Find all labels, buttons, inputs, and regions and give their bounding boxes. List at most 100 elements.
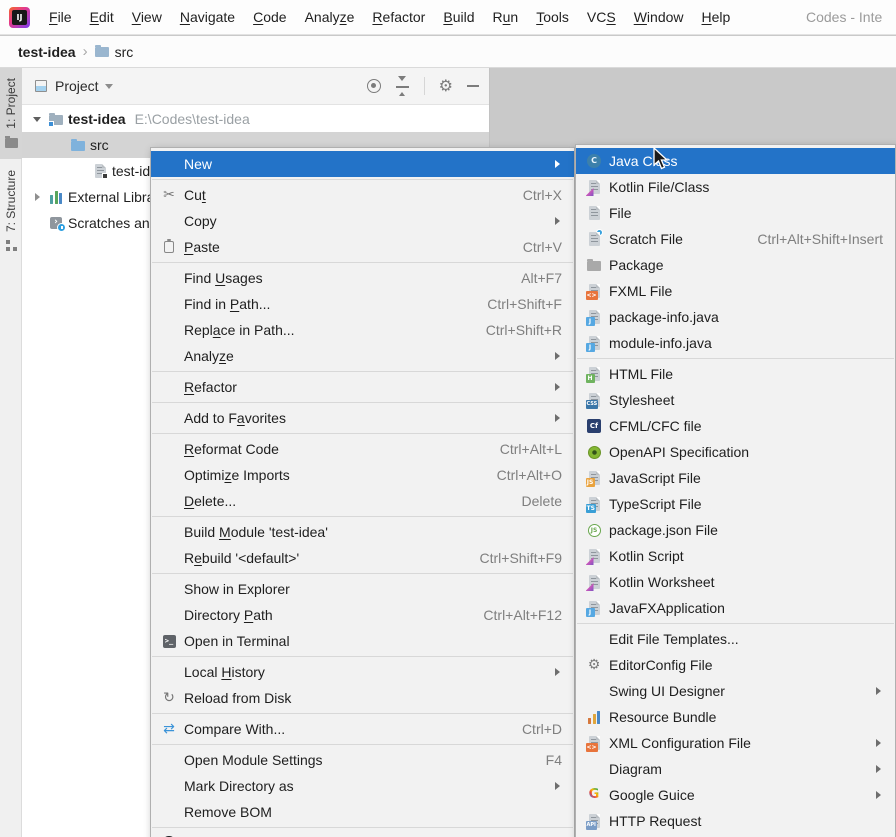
new-submenu-item-fxml-file[interactable]: <>FXML File [576, 278, 895, 304]
menu-separator [152, 827, 573, 828]
new-submenu-item-module-info-java[interactable]: Jmodule-info.java [576, 330, 895, 356]
new-submenu-item-http-request[interactable]: APIHTTP Request [576, 808, 895, 834]
structure-tool-icon [6, 238, 17, 254]
new-submenu-item-package[interactable]: Package [576, 252, 895, 278]
menubar-item-window[interactable]: Window [625, 0, 693, 34]
collapse-all-icon[interactable] [395, 76, 410, 96]
new-submenu-item-edit-file-templates[interactable]: Edit File Templates... [576, 626, 895, 652]
context-menu-item-copy[interactable]: Copy [151, 208, 574, 234]
resource-bundle-icon [583, 711, 605, 724]
menu-separator [152, 744, 573, 745]
menubar-item-build[interactable]: Build [434, 0, 483, 34]
context-menu-item-replace-in-path[interactable]: Replace in Path...Ctrl+Shift+R [151, 317, 574, 343]
context-menu-item-open-module-settings[interactable]: Open Module SettingsF4 [151, 747, 574, 773]
window-title: Codes - Inte [806, 0, 882, 34]
new-submenu-item-swing-ui-designer[interactable]: Swing UI Designer [576, 678, 895, 704]
chevron-down-icon[interactable] [105, 84, 113, 93]
paste-icon [158, 241, 180, 253]
tool-button-1-project[interactable]: 1: Project [0, 68, 22, 159]
java-class-icon: C [583, 154, 605, 168]
shortcut-label: Ctrl+Alt+O [497, 467, 566, 483]
menu-separator [152, 402, 573, 403]
new-submenu-item-editorconfig-file[interactable]: ⚙EditorConfig File [576, 652, 895, 678]
shortcut-label: Ctrl+Shift+F [487, 296, 566, 312]
submenu-arrow-icon [555, 160, 564, 168]
context-menu-item-new[interactable]: New [151, 151, 574, 177]
context-menu-item-paste[interactable]: PasteCtrl+V [151, 234, 574, 260]
menubar-item-vcs[interactable]: VCS [578, 0, 625, 34]
new-submenu-item-kotlin-script[interactable]: Kotlin Script [576, 543, 895, 569]
locate-file-icon[interactable] [367, 79, 381, 93]
new-submenu-item-package-json-file[interactable]: JSpackage.json File [576, 517, 895, 543]
new-submenu-item-xml-configuration-file[interactable]: <>XML Configuration File [576, 730, 895, 756]
context-menu-item-add-to-favorites[interactable]: Add to Favorites [151, 405, 574, 431]
minimize-icon[interactable] [467, 85, 479, 87]
new-submenu-item-kotlin-file-class[interactable]: Kotlin File/Class [576, 174, 895, 200]
menubar-item-refactor[interactable]: Refactor [363, 0, 434, 34]
shortcut-label: F4 [546, 752, 566, 768]
menubar-item-navigate[interactable]: Navigate [171, 0, 244, 34]
context-menu-item-cut[interactable]: ✂CutCtrl+X [151, 182, 574, 208]
menubar-item-edit[interactable]: Edit [81, 0, 123, 34]
tree-expand-right-icon[interactable] [28, 193, 46, 201]
toolbar-divider [424, 77, 425, 95]
openapi-icon [583, 446, 605, 459]
menubar-item-view[interactable]: View [123, 0, 171, 34]
google-icon: G [583, 788, 605, 802]
new-submenu-item-java-class[interactable]: CJava Class [576, 148, 895, 174]
shortcut-label: Ctrl+X [523, 187, 566, 203]
context-menu-item-find-usages[interactable]: Find UsagesAlt+F7 [151, 265, 574, 291]
tree-expand-down-icon[interactable] [28, 113, 46, 126]
context-menu-item-remove-bom[interactable]: Remove BOM [151, 799, 574, 825]
context-menu-item-optimize-imports[interactable]: Optimize ImportsCtrl+Alt+O [151, 462, 574, 488]
context-menu-item-find-in-path[interactable]: Find in Path...Ctrl+Shift+F [151, 291, 574, 317]
menubar-item-code[interactable]: Code [244, 0, 295, 34]
new-submenu-item-package-info-java[interactable]: Jpackage-info.java [576, 304, 895, 330]
tool-button-7-structure[interactable]: 7: Structure [0, 160, 22, 262]
new-submenu-item-javafxapplication[interactable]: JJavaFXApplication [576, 595, 895, 621]
menubar-item-run[interactable]: Run [484, 0, 528, 34]
menu-separator [577, 358, 894, 359]
new-submenu-item-openapi-specification[interactable]: OpenAPI Specification [576, 439, 895, 465]
java-file-icon: J [583, 601, 605, 615]
context-menu-item-compare-with[interactable]: ⇄Compare With...Ctrl+D [151, 716, 574, 742]
context-menu: New ✂CutCtrl+XCopyPasteCtrl+V Find UsagesA… [150, 147, 575, 837]
new-submenu-item-html-file[interactable]: HHTML File [576, 361, 895, 387]
context-menu-item-directory-path[interactable]: Directory PathCtrl+Alt+F12 [151, 602, 574, 628]
context-menu-item-reformat-code[interactable]: Reformat CodeCtrl+Alt+L [151, 436, 574, 462]
http-request-icon: API [583, 814, 605, 828]
html-file-icon: H [583, 367, 605, 381]
breadcrumb-item-test-idea[interactable]: test-idea [18, 44, 76, 60]
new-submenu-item-file[interactable]: File [576, 200, 895, 226]
new-submenu-item-stylesheet[interactable]: CSSStylesheet [576, 387, 895, 413]
new-submenu-item-javascript-file[interactable]: JSJavaScript File [576, 465, 895, 491]
gear-icon[interactable]: ⚙ [439, 78, 453, 94]
context-menu-item-reload-from-disk[interactable]: ↻Reload from Disk [151, 685, 574, 711]
menubar-item-help[interactable]: Help [693, 0, 740, 34]
context-menu-item-build-module-test-idea[interactable]: Build Module 'test-idea' [151, 519, 574, 545]
context-menu-item-local-history[interactable]: Local History [151, 659, 574, 685]
context-menu-item-rebuild-default[interactable]: Rebuild '<default>'Ctrl+Shift+F9 [151, 545, 574, 571]
new-submenu-item-kotlin-worksheet[interactable]: Kotlin Worksheet [576, 569, 895, 595]
context-menu-item-delete[interactable]: Delete...Delete [151, 488, 574, 514]
module-file-icon [90, 164, 110, 178]
context-menu-item-show-in-explorer[interactable]: Show in Explorer [151, 576, 574, 602]
new-submenu-item-google-guice[interactable]: GGoogle Guice [576, 782, 895, 808]
tree-item-test-idea[interactable]: test-ideaE:\Codes\test-idea [22, 106, 489, 132]
project-view-selector[interactable]: Project [55, 78, 99, 94]
context-menu-item-analyze[interactable]: Analyze [151, 343, 574, 369]
context-menu-item-create-gist[interactable]: Create Gist... [151, 830, 574, 837]
new-submenu-item-diagram[interactable]: Diagram [576, 756, 895, 782]
context-menu-item-open-in-terminal[interactable]: >_Open in Terminal [151, 628, 574, 654]
context-menu-item-refactor[interactable]: Refactor [151, 374, 574, 400]
breadcrumb-item-src[interactable]: src [95, 44, 134, 60]
new-submenu-item-scratch-file[interactable]: Scratch FileCtrl+Alt+Shift+Insert [576, 226, 895, 252]
new-submenu-item-typescript-file[interactable]: TSTypeScript File [576, 491, 895, 517]
new-submenu-item-resource-bundle[interactable]: Resource Bundle [576, 704, 895, 730]
new-submenu-item-cfml-cfc-file[interactable]: CfCFML/CFC file [576, 413, 895, 439]
menubar-item-file[interactable]: File [40, 0, 81, 34]
menubar-item-analyze[interactable]: Analyze [296, 0, 364, 34]
folder-blue-icon [68, 139, 88, 151]
menubar-item-tools[interactable]: Tools [527, 0, 578, 34]
context-menu-item-mark-directory-as[interactable]: Mark Directory as [151, 773, 574, 799]
